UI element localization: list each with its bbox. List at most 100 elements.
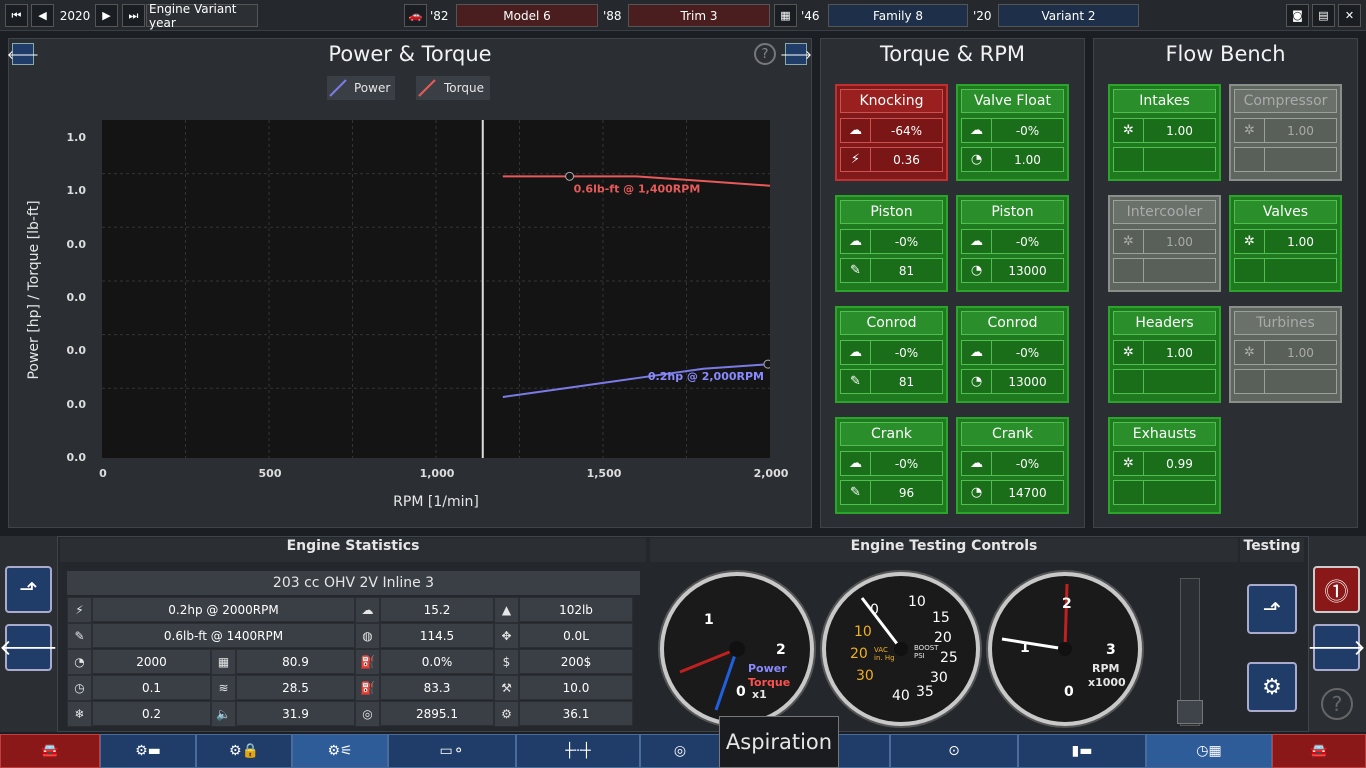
stats-row: ❄ 0.2 🔈 31.9 ◎ 2895.1 ⚙ 36.1 — [67, 701, 640, 727]
torque-tile[interactable]: Piston ☁ -0% ✎ 81 — [835, 195, 948, 292]
family-year: '46 — [801, 8, 820, 23]
nav-testing[interactable]: ◷▦ — [1146, 734, 1272, 768]
tile-value: -0% — [894, 345, 919, 360]
bug-icon: ✲ — [1235, 341, 1265, 364]
grille-icon: ▦ — [211, 649, 236, 675]
legend-torque[interactable]: Torque — [416, 76, 490, 100]
y-axis-label: Power [hp] / Torque [lb-ft] — [26, 200, 42, 380]
warning-icon[interactable]: ⓵ — [1313, 566, 1360, 613]
model-field[interactable]: Model 6 — [456, 4, 598, 27]
flow-tile[interactable]: Intakes ✲ 1.00 — [1108, 84, 1221, 181]
tile-title: Conrod — [840, 311, 943, 335]
torque-tile[interactable]: Conrod ☁ -0% ✎ 81 — [835, 306, 948, 403]
tile-title: Crank — [961, 422, 1064, 446]
plot-area[interactable]: 0.6lb-ft @ 1,400RPM 0.2hp @ 2,000RPM — [102, 120, 773, 458]
tile-value: 96 — [898, 485, 915, 500]
forward-button[interactable]: 🡒 — [1307, 624, 1366, 671]
nav-car-export[interactable]: 🚘 — [1272, 734, 1366, 768]
rpm-label: RPM — [1092, 662, 1120, 675]
wrench-icon: ✎ — [67, 623, 92, 649]
x-tick-label: 1,000 — [419, 467, 455, 480]
first-year-button[interactable]: ⏮ — [5, 4, 28, 27]
nav-car[interactable]: 🚘 — [0, 734, 100, 768]
throttle-slider-handle[interactable] — [1177, 700, 1203, 724]
y-tick-label: 0.0 — [66, 344, 87, 358]
legend-power[interactable]: Power — [327, 76, 395, 100]
y-tick-label: 0.0 — [66, 397, 87, 411]
nav-engine-tuning[interactable]: ⚙⚟ — [292, 734, 388, 768]
nav-engine-lock[interactable]: ⚙🔒 — [196, 734, 292, 768]
bug-icon: ✲ — [1114, 341, 1144, 364]
torque-tile[interactable]: Crank ☁ -0% ◔ 14700 — [956, 417, 1069, 514]
help-circle-icon[interactable]: ? — [1321, 688, 1353, 720]
power-torque-needles — [679, 641, 745, 711]
graph-view-button[interactable]: ⬏ — [5, 566, 52, 613]
tile-value: 81 — [898, 263, 915, 278]
torque-tile[interactable]: Knocking ☁ -64% ⚡ 0.36 — [835, 84, 948, 181]
last-year-button[interactable]: ⏭ — [122, 4, 145, 27]
flow-tile[interactable]: Exhausts ✲ 0.99 — [1108, 417, 1221, 514]
stat-value: 200$ — [519, 649, 633, 674]
dyno-graph-button[interactable]: ⬏ — [1247, 584, 1297, 634]
nav-bottom-end[interactable]: ▭⚬ — [388, 734, 516, 768]
testing-controls-header: Engine Testing Controls — [650, 538, 1238, 562]
flow-tile[interactable]: Intercooler ✲ 1.00 — [1108, 195, 1221, 292]
x-tick-label: 1,500 — [586, 467, 622, 480]
stat-value: 2895.1 — [380, 701, 494, 726]
torque-tile[interactable]: Crank ☁ -0% ✎ 96 — [835, 417, 948, 514]
cloud-icon: ☁ — [355, 597, 380, 623]
nav-headers[interactable]: ▮▬ — [1018, 734, 1146, 768]
nav-top-end[interactable]: ┼┄┼ — [516, 734, 640, 768]
cloud-icon: ☁ — [962, 119, 992, 142]
gauge-icon: ◔ — [962, 148, 992, 171]
engine-family-icon[interactable]: ▦ — [774, 4, 797, 27]
anvil-icon: ⚒ — [494, 675, 519, 701]
gauge-icon: ◔ — [962, 481, 992, 504]
dyno-run-button[interactable]: ⚙ — [1247, 662, 1297, 712]
cost-icon: $ — [494, 649, 519, 675]
stats-row: ◷ 0.1 ≋ 28.5 ⛽ 83.3 ⚒ 10.0 — [67, 675, 640, 701]
close-icon[interactable]: ✕ — [1338, 4, 1361, 27]
camera-icon[interactable]: ◙ — [1286, 4, 1309, 27]
model-year: '82 — [430, 8, 449, 23]
variant-field[interactable]: Variant 2 — [998, 4, 1139, 27]
torque-tile[interactable]: Valve Float ☁ -0% ◔ 1.00 — [956, 84, 1069, 181]
cloud-icon: ☁ — [841, 341, 871, 364]
tile-value: 1.00 — [1166, 123, 1193, 138]
torque-tile[interactable]: Piston ☁ -0% ◔ 13000 — [956, 195, 1069, 292]
flow-tile[interactable]: Compressor ✲ 1.00 — [1229, 84, 1342, 181]
spark-icon: ⚡ — [67, 597, 92, 623]
snowflake-icon: ❄ — [67, 701, 92, 727]
top-bar: ⏮ ◀ 2020 ▶ ⏭ Engine Variant year 🚗 '82 M… — [0, 0, 1366, 31]
flow-tile[interactable]: Turbines ✲ 1.00 — [1229, 306, 1342, 403]
torque-tile[interactable]: Conrod ☁ -0% ◔ 13000 — [956, 306, 1069, 403]
stat-value: 114.5 — [380, 623, 494, 648]
tile-value: 1.00 — [1166, 345, 1193, 360]
y-tick-label: 1.0 — [66, 184, 87, 198]
gauge-icon: ◔ — [962, 259, 992, 282]
prev-year-button[interactable]: ◀ — [31, 4, 54, 27]
tile-value: -0% — [1015, 123, 1040, 138]
nav-aspiration[interactable]: ◎ — [640, 734, 720, 768]
boost-label: BOOST PSI — [914, 644, 939, 660]
stats-row: ✎ 0.6lb-ft @ 1400RPM ◍ 114.5 ✥ 0.0L — [67, 623, 640, 649]
calculator-icon[interactable]: ▤ — [1312, 4, 1335, 27]
nav-family[interactable]: ⚙▬ — [100, 734, 196, 768]
tile-title: Conrod — [961, 311, 1064, 335]
nav-fuel[interactable] — [838, 734, 890, 768]
trim-field[interactable]: Trim 3 — [628, 4, 770, 27]
flow-tile[interactable]: Valves ✲ 1.00 — [1229, 195, 1342, 292]
nav-exhaust[interactable]: ⊙ — [890, 734, 1018, 768]
back-button[interactable]: 🡐 — [0, 624, 58, 671]
engine-description: 203 cc OHV 2V Inline 3 — [67, 571, 640, 595]
tile-value: -0% — [894, 456, 919, 471]
stat-value: 10.0 — [519, 675, 633, 700]
bug-icon: ✲ — [1114, 230, 1144, 253]
family-field[interactable]: Family 8 — [828, 4, 968, 27]
car-icon[interactable]: 🚗 — [404, 4, 427, 27]
power-peak-marker — [763, 359, 773, 369]
flow-tile[interactable]: Headers ✲ 1.00 — [1108, 306, 1221, 403]
chart-next-button[interactable]: 🡒 — [780, 43, 812, 65]
help-icon[interactable]: ? — [754, 43, 776, 65]
next-year-button[interactable]: ▶ — [95, 4, 118, 27]
